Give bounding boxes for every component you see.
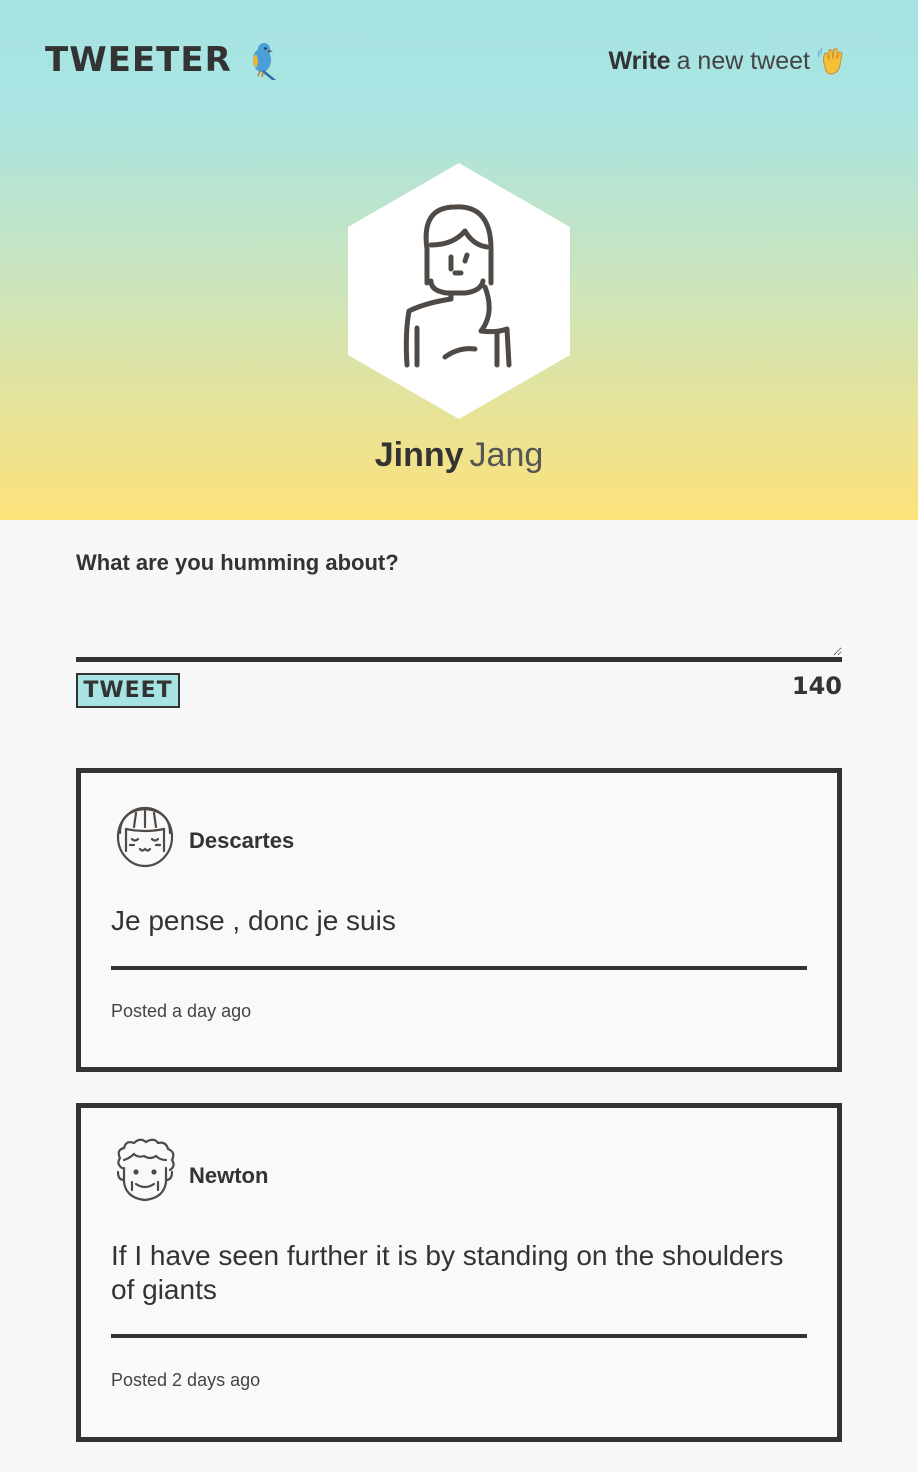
- app-logo[interactable]: TWEETER: [45, 38, 286, 82]
- girl-bangs-avatar-icon: [116, 806, 174, 868]
- logo-text: TWEETER: [45, 40, 232, 80]
- bird-icon: [252, 43, 276, 80]
- tweet-text: If I have seen further it is by standing…: [111, 1240, 784, 1305]
- tweet-author[interactable]: Newton: [189, 1163, 268, 1189]
- last-name: Jang: [469, 436, 544, 474]
- tweet-card: Newton If I have seen further it is by s…: [76, 1103, 842, 1442]
- tweet-timestamp: Posted a day ago: [111, 1001, 252, 1021]
- tweet-author[interactable]: Descartes: [189, 828, 294, 854]
- curly-hair-avatar-icon: [116, 1138, 175, 1202]
- tweet-button[interactable]: TWEET: [76, 673, 180, 708]
- tweet-divider: [111, 966, 807, 970]
- tweet-text: Je pense , donc je suis: [111, 905, 396, 936]
- write-label: Write: [608, 46, 671, 75]
- profile-header: TWEETER Write a new tweet Jinny Jang: [0, 0, 918, 520]
- tweet-card: Descartes Je pense , donc je suis Posted…: [76, 768, 842, 1072]
- tweet-input[interactable]: [76, 590, 842, 656]
- compose-divider: [76, 657, 842, 662]
- profile-avatar: [348, 163, 570, 419]
- write-new-tweet-link[interactable]: Write a new tweet: [609, 45, 848, 77]
- profile-name: Jinny Jang: [0, 436, 918, 475]
- first-name: Jinny: [374, 436, 464, 474]
- tweet-divider: [111, 1334, 807, 1338]
- waving-hand-icon: [817, 47, 843, 75]
- compose-prompt: What are you humming about?: [76, 550, 399, 575]
- write-rest-label: a new tweet: [676, 46, 810, 75]
- tweet-timestamp: Posted 2 days ago: [111, 1370, 261, 1390]
- character-counter: 140: [791, 672, 842, 700]
